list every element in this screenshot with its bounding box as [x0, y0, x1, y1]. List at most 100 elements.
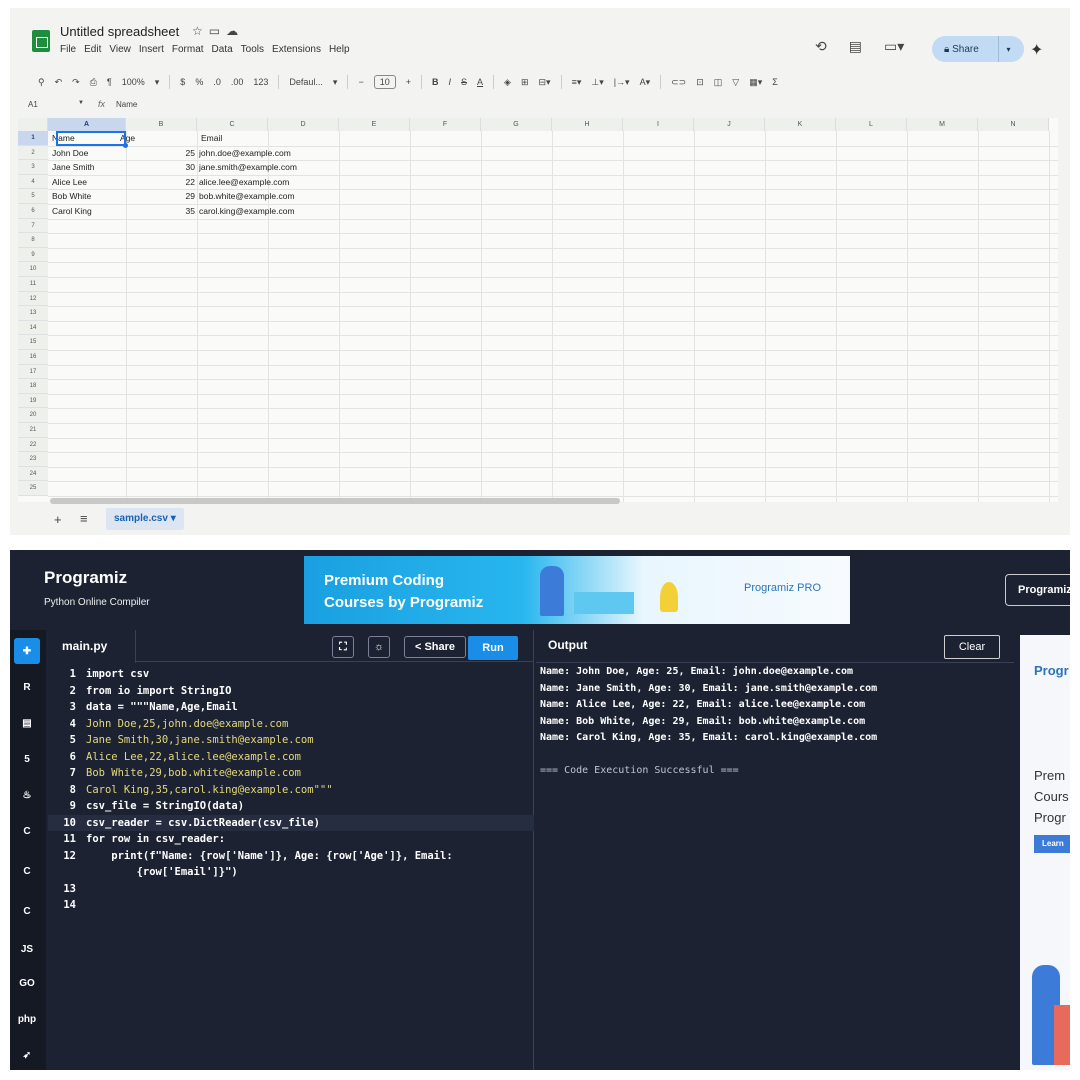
- cell-name[interactable]: Jane Smith: [52, 160, 124, 174]
- zoom-select[interactable]: 100%: [122, 77, 145, 87]
- theme-toggle-icon[interactable]: ☼: [368, 636, 390, 658]
- strikethrough-icon[interactable]: S: [461, 77, 467, 87]
- menu-edit[interactable]: Edit: [84, 44, 101, 55]
- menu-tools[interactable]: Tools: [241, 44, 264, 55]
- column-header-l[interactable]: L: [836, 118, 907, 131]
- text-rotation-icon[interactable]: A▾: [640, 77, 651, 88]
- side-ad[interactable]: Progr Prem Cours Progr Learn: [1020, 635, 1070, 1070]
- menu-view[interactable]: View: [109, 44, 131, 55]
- code-line[interactable]: 3 data = """Name,Age,Email: [48, 699, 534, 716]
- code-line[interactable]: 14: [48, 897, 534, 914]
- search-menus-icon[interactable]: ⚲: [38, 77, 45, 88]
- run-button[interactable]: Run: [468, 636, 518, 660]
- functions-icon[interactable]: Σ: [772, 77, 778, 87]
- cell-age[interactable]: 25: [126, 146, 195, 160]
- cell-age[interactable]: 22: [126, 175, 195, 189]
- code-line[interactable]: 8 Carol King,35,carol.king@example.com""": [48, 782, 534, 799]
- font-size-increase-button[interactable]: +: [406, 77, 411, 87]
- cell-email[interactable]: john.doe@example.com: [199, 146, 339, 160]
- column-header-e[interactable]: E: [339, 118, 410, 131]
- increase-decimal-button[interactable]: .00: [231, 77, 244, 87]
- row-header[interactable]: 17: [18, 364, 48, 380]
- code-line[interactable]: 2 from io import StringIO: [48, 683, 534, 700]
- undo-icon[interactable]: ↶: [55, 77, 63, 88]
- fill-color-icon[interactable]: ◈: [504, 77, 511, 88]
- column-header-m[interactable]: M: [907, 118, 978, 131]
- menu-data[interactable]: Data: [212, 44, 233, 55]
- cell-age[interactable]: 29: [126, 189, 195, 203]
- merge-cells-icon[interactable]: ⊟▾: [539, 77, 551, 88]
- row-header[interactable]: 6: [18, 204, 48, 219]
- code-line[interactable]: 13: [48, 881, 534, 898]
- row-header[interactable]: 8: [18, 233, 48, 248]
- cell-name[interactable]: Carol King: [52, 204, 124, 218]
- java-icon[interactable]: ♨: [14, 782, 40, 808]
- code-line[interactable]: 6 Alice Lee,22,alice.lee@example.com: [48, 749, 534, 766]
- column-header-h[interactable]: H: [552, 118, 623, 131]
- row-header[interactable]: 25: [18, 481, 48, 496]
- code-line[interactable]: 9 csv_file = StringIO(data): [48, 798, 534, 815]
- column-header-b[interactable]: B: [126, 118, 197, 131]
- row-header[interactable]: 20: [18, 408, 48, 423]
- html5-icon[interactable]: 5: [14, 746, 40, 772]
- horizontal-align-icon[interactable]: ≡▾: [572, 77, 582, 88]
- column-header-c[interactable]: C: [197, 118, 268, 131]
- formula-input[interactable]: Name: [116, 100, 137, 109]
- bold-icon[interactable]: B: [432, 77, 439, 87]
- csharp-icon[interactable]: C: [14, 898, 40, 924]
- javascript-icon[interactable]: JS: [14, 936, 40, 962]
- row-header[interactable]: 9: [18, 247, 48, 263]
- row-header[interactable]: 4: [18, 174, 48, 190]
- add-sheet-icon[interactable]: +: [54, 512, 62, 527]
- italic-icon[interactable]: I: [449, 77, 452, 87]
- currency-button[interactable]: $: [180, 77, 185, 87]
- all-sheets-icon[interactable]: ≡: [80, 511, 88, 526]
- column-header-d[interactable]: D: [268, 118, 339, 131]
- ad-learn-button[interactable]: Learn: [1034, 835, 1070, 853]
- row-header[interactable]: 15: [18, 335, 48, 350]
- swift-icon[interactable]: ➶: [14, 1042, 40, 1068]
- fullscreen-icon[interactable]: ⛶: [332, 636, 354, 658]
- cpp-icon[interactable]: C: [14, 858, 40, 884]
- row-header[interactable]: 10: [18, 262, 48, 277]
- cell-age[interactable]: 30: [126, 160, 195, 174]
- row-header[interactable]: 14: [18, 320, 48, 336]
- sql-icon[interactable]: ▤: [14, 710, 40, 736]
- code-line[interactable]: 12 print(f"Name: {row['Name']}, Age: {ro…: [48, 848, 534, 865]
- cell-email[interactable]: alice.lee@example.com: [199, 175, 339, 189]
- column-header-n[interactable]: N: [978, 118, 1049, 131]
- paint-format-icon[interactable]: ¶: [107, 77, 112, 87]
- column-header-j[interactable]: J: [694, 118, 765, 131]
- sheet-tab[interactable]: sample.csv ▾: [106, 508, 184, 530]
- r-icon[interactable]: R: [14, 674, 40, 700]
- chevron-down-icon[interactable]: ▾: [155, 77, 160, 88]
- share-button[interactable]: < Share: [404, 636, 466, 658]
- row-header[interactable]: 18: [18, 379, 48, 394]
- row-header[interactable]: 1: [18, 131, 48, 146]
- row-header[interactable]: 5: [18, 189, 48, 204]
- menu-insert[interactable]: Insert: [139, 44, 164, 55]
- row-header[interactable]: 19: [18, 393, 48, 409]
- cell-c1[interactable]: Email: [201, 131, 271, 145]
- filter-icon[interactable]: ▽: [732, 77, 739, 88]
- cell-email[interactable]: carol.king@example.com: [199, 204, 339, 218]
- active-cell-selection[interactable]: [56, 131, 128, 148]
- document-title[interactable]: Untitled spreadsheet: [60, 24, 179, 39]
- code-line[interactable]: 11 for row in csv_reader:: [48, 831, 534, 848]
- vertical-align-icon[interactable]: ⊥▾: [591, 77, 603, 88]
- programiz-pro-button[interactable]: Programiz: [1005, 574, 1070, 606]
- meet-icon[interactable]: ▭▾: [884, 38, 904, 55]
- python-icon[interactable]: ✚: [14, 638, 40, 664]
- cloud-status-icon[interactable]: ☁: [226, 24, 244, 38]
- name-box[interactable]: A1: [28, 100, 38, 109]
- print-icon[interactable]: ⎙: [90, 77, 97, 88]
- text-color-icon[interactable]: A: [477, 77, 483, 87]
- filter-views-icon[interactable]: ▦▾: [749, 77, 762, 88]
- select-all-corner[interactable]: [18, 118, 48, 131]
- row-header[interactable]: 21: [18, 423, 48, 438]
- chevron-down-icon[interactable]: ▾: [333, 77, 338, 88]
- row-header[interactable]: 16: [18, 350, 48, 365]
- percent-button[interactable]: %: [195, 77, 203, 87]
- file-tab[interactable]: main.py: [48, 630, 136, 663]
- cell-email[interactable]: jane.smith@example.com: [199, 160, 339, 174]
